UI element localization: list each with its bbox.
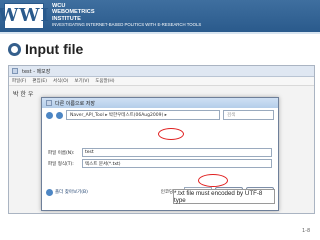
org-tagline: INVESTIGATING INTERNET-BASED POLITICS WI… bbox=[52, 22, 202, 28]
dialog-icon bbox=[46, 100, 52, 106]
dialog-titlebar: 다른 이름으로 저장 bbox=[42, 98, 278, 108]
logo-text: WWI bbox=[0, 5, 50, 26]
dialog-address-row: Naver_API_Tool ▸ 박한우테스트(06Aug2009) ▸ 검색 bbox=[42, 108, 278, 122]
menu-edit[interactable]: 편집(E) bbox=[32, 78, 47, 84]
menu-file[interactable]: 파일(F) bbox=[12, 78, 26, 84]
header-divider bbox=[0, 32, 320, 34]
filetype-row: 파일 형식(T): 텍스트 문서(*.txt) bbox=[48, 159, 272, 168]
address-bar[interactable]: Naver_API_Tool ▸ 박한우테스트(06Aug2009) ▸ bbox=[66, 110, 220, 120]
menu-help[interactable]: 도움말(H) bbox=[95, 78, 114, 84]
browse-folders-toggle[interactable]: 폴더 찾아보기(B) bbox=[46, 188, 88, 196]
slide-title-row: Input file bbox=[8, 41, 83, 57]
notepad-icon bbox=[12, 68, 18, 74]
menu-format[interactable]: 서식(O) bbox=[53, 78, 68, 84]
encoding-highlight bbox=[198, 174, 228, 187]
notepad-titlebar: test - 메모장 bbox=[9, 66, 314, 77]
dialog-fields: 파일 이름(N): test 파일 형식(T): 텍스트 문서(*.txt) bbox=[48, 148, 272, 170]
notepad-title: test - 메모장 bbox=[22, 68, 51, 75]
forward-icon[interactable] bbox=[56, 111, 63, 119]
page-number: 1-8 bbox=[302, 228, 311, 234]
org-name: WCU WEBOMETRICS INSTITUTE INVESTIGATING … bbox=[52, 3, 201, 29]
menu-view[interactable]: 보기(V) bbox=[74, 78, 89, 84]
back-icon[interactable] bbox=[46, 111, 53, 119]
dialog-title: 다른 이름으로 저장 bbox=[55, 100, 95, 107]
browse-folders-label: 폴더 찾아보기(B) bbox=[55, 190, 88, 195]
slide-title: Input file bbox=[25, 41, 84, 57]
notepad-menubar: 파일(F) 편집(E) 서식(O) 보기(V) 도움말(H) bbox=[9, 77, 314, 86]
filename-field[interactable]: test bbox=[82, 148, 272, 157]
filetype-label: 파일 형식(T): bbox=[48, 161, 74, 167]
filetype-highlight bbox=[158, 128, 184, 140]
wwi-logo: WWI bbox=[0, 3, 49, 29]
search-input[interactable]: 검색 bbox=[223, 110, 274, 120]
filename-label: 파일 이름(N): bbox=[48, 150, 75, 156]
expand-icon bbox=[46, 188, 53, 196]
bullet-icon bbox=[8, 42, 21, 56]
header-banner: WWI WCU WEBOMETRICS INSTITUTE INVESTIGAT… bbox=[0, 0, 320, 32]
filename-row: 파일 이름(N): test bbox=[48, 148, 272, 157]
filetype-select[interactable]: 텍스트 문서(*.txt) bbox=[82, 159, 272, 168]
utf8-callout: *.txt file must encoded by UTF-8 type bbox=[173, 189, 275, 204]
